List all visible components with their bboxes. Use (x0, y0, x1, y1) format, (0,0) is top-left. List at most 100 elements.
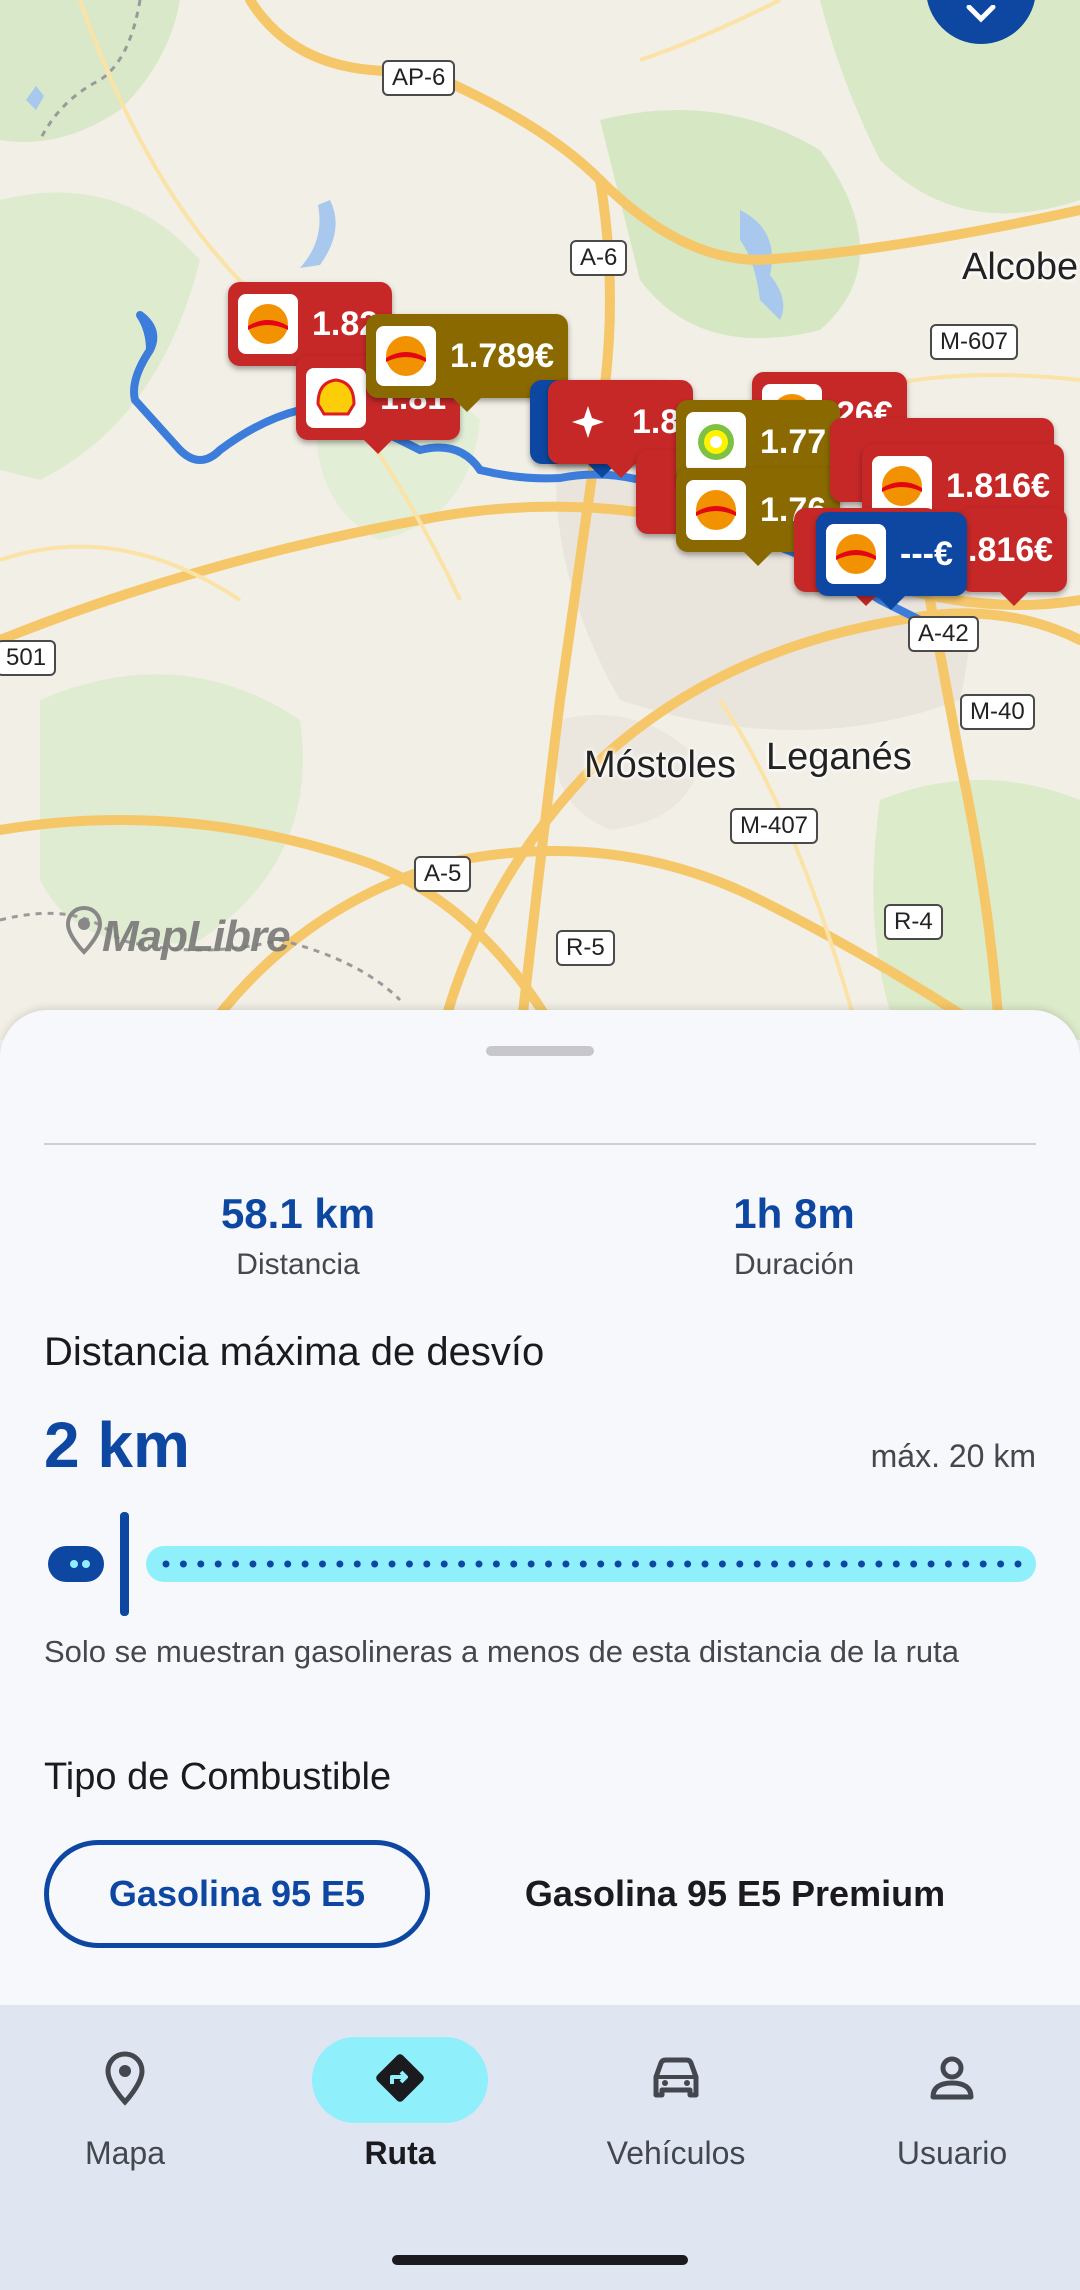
slider-thumb (120, 1512, 129, 1616)
road-label-m407: M-407 (730, 808, 819, 844)
price-label: 1.77 (760, 422, 827, 461)
home-indicator (392, 2255, 688, 2265)
slider-tick (388, 1560, 396, 1568)
maplibre-attribution: MapLibre (65, 905, 291, 967)
distance-stat: 58.1 km Distancia (98, 1190, 498, 1282)
route-map[interactable]: AP-6 A-6 M-607 A-42 M-40 M-407 A-5 R-5 R… (0, 0, 1080, 1040)
slider-tick (927, 1560, 935, 1568)
nav-label: Ruta (364, 2135, 436, 2171)
bottom-navigation: Mapa Ruta Vehículos Usuario (0, 2005, 1080, 2290)
slider-tick (701, 1560, 709, 1568)
nav-item-ruta[interactable]: Ruta (275, 2037, 525, 2172)
road-label-a5: A-5 (414, 856, 472, 892)
slider-tick (718, 1560, 726, 1568)
nav-label: Vehículos (606, 2135, 746, 2171)
slider-tick (423, 1560, 431, 1568)
fuel-chip-gasolina-95-e5[interactable]: Gasolina 95 E5 (44, 1840, 430, 1948)
duration-label: Duración (733, 1248, 855, 1281)
road-label-501: 501 (0, 640, 57, 676)
slider-tick (179, 1560, 187, 1568)
distance-value: 58.1 km (220, 1190, 376, 1237)
nav-label: Usuario (896, 2135, 1008, 2171)
road-label-m607: M-607 (930, 324, 1019, 360)
slider-tick (875, 1560, 883, 1568)
detour-title: Distancia máxima de desvío (44, 1330, 545, 1374)
slider-tick (405, 1560, 413, 1568)
person-icon (927, 2053, 977, 2108)
maplibre-text: MapLibre (102, 911, 291, 961)
price-marker[interactable]: .816€ (960, 508, 1068, 606)
slider-tick (232, 1560, 240, 1568)
slider-tick (736, 1560, 744, 1568)
slider-tick (753, 1560, 761, 1568)
slider-tick (162, 1560, 170, 1568)
bp-logo-icon (686, 412, 746, 472)
distance-label: Distancia (236, 1248, 360, 1281)
detour-helper-text: Solo se muestran gasolineras a menos de … (44, 1634, 960, 1669)
slider-tick (944, 1560, 952, 1568)
slider-tick (805, 1560, 813, 1568)
slider-tick (318, 1560, 326, 1568)
repsol-logo-icon (826, 524, 886, 584)
nav-item-mapa[interactable]: Mapa (0, 2037, 250, 2172)
slider-tick (545, 1560, 553, 1568)
slider-tick (614, 1560, 622, 1568)
slider-tick (649, 1560, 657, 1568)
slider-tick (997, 1560, 1005, 1568)
road-label-r5: R-5 (556, 930, 615, 966)
slider-tick (597, 1560, 605, 1568)
slider-tick (562, 1560, 570, 1568)
nav-item-vehiculos[interactable]: Vehículos (551, 2037, 801, 2172)
price-label: 1.816€ (946, 466, 1050, 505)
slider-tick (458, 1560, 466, 1568)
close-icon (963, 4, 999, 32)
slider-tick (527, 1560, 535, 1568)
duration-stat: 1h 8m Duración (594, 1190, 994, 1282)
route-bottom-sheet: 58.1 km Distancia 1h 8m Duración Distanc… (0, 1010, 1080, 2005)
detour-slider[interactable] (44, 1504, 1036, 1624)
price-marker-selected[interactable]: ---€ (816, 512, 967, 610)
fuel-chip-gasolina-95-e5-premium[interactable]: Gasolina 95 E5 Premium (480, 1840, 990, 1948)
slider-tick (579, 1560, 587, 1568)
detour-value: 2 km (44, 1409, 190, 1481)
slider-tick (840, 1560, 848, 1568)
price-label: .816€ (968, 530, 1054, 569)
sheet-drag-handle[interactable] (486, 1046, 594, 1056)
slider-tick (962, 1560, 970, 1568)
nav-label: Mapa (84, 2135, 166, 2171)
slider-tick (510, 1560, 518, 1568)
road-label-a42: A-42 (908, 616, 979, 652)
road-label-m40: M-40 (960, 694, 1035, 730)
repsol-logo-icon (376, 326, 436, 386)
slider-tick (284, 1560, 292, 1568)
slider-inactive-track (146, 1546, 1036, 1582)
slider-tick (823, 1560, 831, 1568)
slider-tick (492, 1560, 500, 1568)
road-label-ap6: AP-6 (382, 60, 456, 96)
car-icon (648, 2053, 704, 2108)
detour-max-label: máx. 20 km (870, 1438, 1036, 1474)
slider-tick (301, 1560, 309, 1568)
slider-tick (666, 1560, 674, 1568)
city-label-leganes: Leganés (766, 736, 912, 778)
maplibre-pin-icon (65, 905, 103, 967)
shell-logo-icon (306, 368, 366, 428)
slider-tick (353, 1560, 361, 1568)
slider-tick (858, 1560, 866, 1568)
slider-tick (788, 1560, 796, 1568)
duration-value: 1h 8m (733, 1190, 855, 1237)
repsol-logo-icon (686, 480, 746, 540)
slider-tick (440, 1560, 448, 1568)
slider-tick (684, 1560, 692, 1568)
price-label: 1.789€ (450, 336, 554, 375)
directions-icon (372, 2050, 428, 2111)
road-label-a6: A-6 (570, 240, 628, 276)
slider-tick (214, 1560, 222, 1568)
slider-tick (475, 1560, 483, 1568)
slider-tick (979, 1560, 987, 1568)
price-label: ---€ (900, 534, 953, 573)
divider (44, 1143, 1036, 1145)
nav-item-usuario[interactable]: Usuario (827, 2037, 1077, 2172)
city-label-alcobendas: Alcobe (962, 246, 1079, 288)
slider-tick (1014, 1560, 1022, 1568)
